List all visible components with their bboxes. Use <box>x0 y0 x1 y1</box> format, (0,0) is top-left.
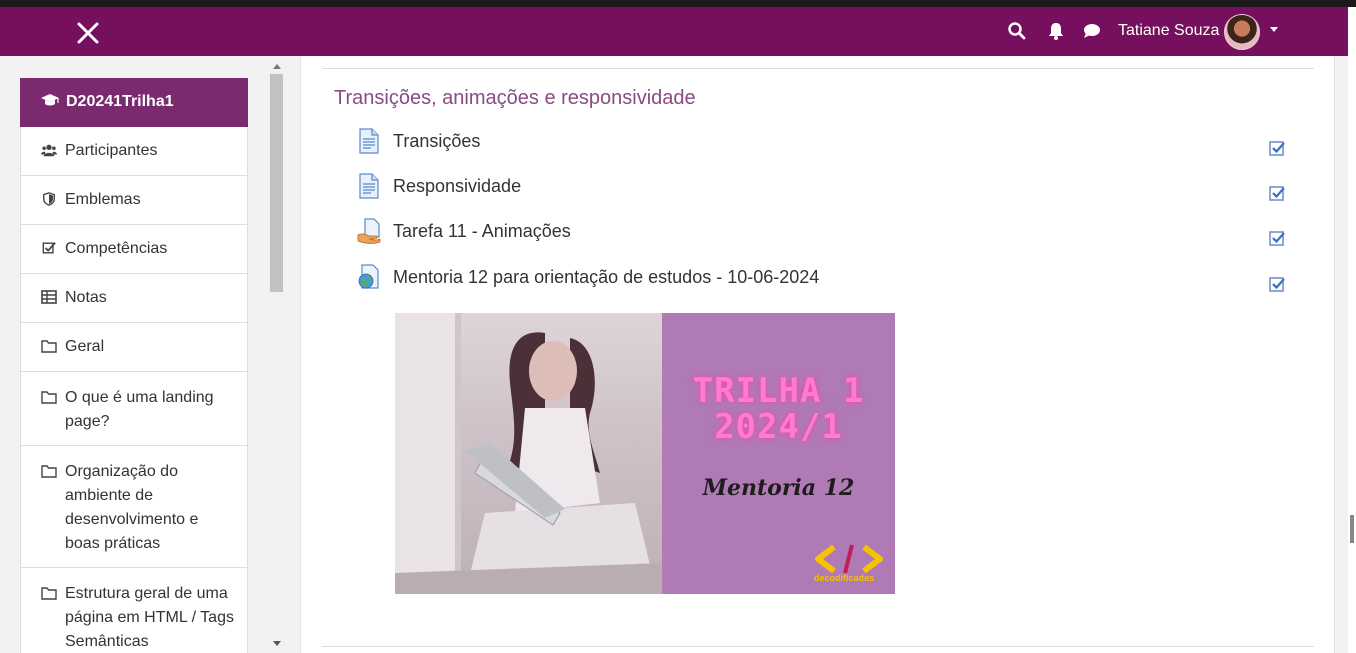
bell-icon[interactable] <box>1046 21 1066 41</box>
chevron-down-icon[interactable] <box>1270 27 1278 32</box>
section-title[interactable]: Transições, animações e responsividade <box>334 87 696 110</box>
sidebar-item-label: Estrutura geral de uma página em HTML / … <box>65 585 234 650</box>
folder-icon <box>41 465 57 478</box>
completion-check-icon[interactable] <box>1269 276 1286 293</box>
completion-check-icon[interactable] <box>1269 140 1286 157</box>
graduation-cap-icon <box>41 94 59 106</box>
sidebar-item-estrutura[interactable]: Estrutura geral de uma página em HTML / … <box>20 568 248 653</box>
activity-label[interactable]: Responsividade <box>393 176 521 197</box>
sidebar-item-participantes[interactable]: Participantes <box>20 127 248 176</box>
sidebar-item-competencias[interactable]: Competências <box>20 225 248 274</box>
sidebar-item-label: Notas <box>65 289 107 306</box>
sidebar-item-organizacao[interactable]: Organização do ambiente de desenvolvimen… <box>20 446 248 568</box>
course-sidebar: D20241Trilha1 Participantes Emblemas Com… <box>0 56 285 653</box>
course-content: Transições, animações e responsividade T… <box>300 56 1335 653</box>
assignment-icon <box>357 218 381 244</box>
folder-icon <box>41 340 57 353</box>
sidebar-item-label: Emblemas <box>65 191 141 208</box>
url-icon <box>358 264 379 289</box>
sidebar-item-notas[interactable]: Notas <box>20 274 248 323</box>
sidebar-course-title[interactable]: D20241Trilha1 <box>20 78 248 127</box>
top-navbar: Tatiane Souza <box>0 7 1348 56</box>
sidebar-item-emblemas[interactable]: Emblemas <box>20 176 248 225</box>
banner-panel: TRILHA 1 2024/1 Mentoria 12 decodificada… <box>662 313 895 594</box>
page-icon <box>359 128 379 154</box>
users-icon <box>41 144 57 157</box>
mentoria-banner-image: TRILHA 1 2024/1 Mentoria 12 decodificada… <box>395 313 895 594</box>
completion-check-icon[interactable] <box>1269 230 1286 247</box>
sidebar-item-label: Competências <box>65 240 168 257</box>
activity-item[interactable]: Transições <box>357 128 1297 158</box>
sidebar-item-label: Geral <box>65 338 105 355</box>
sidebar-item-label: Organização do ambiente de desenvolvimen… <box>65 463 199 552</box>
activity-item[interactable]: Mentoria 12 para orientação de estudos -… <box>357 264 1297 294</box>
chat-icon[interactable] <box>1082 21 1102 41</box>
close-icon[interactable] <box>76 21 100 45</box>
folder-icon <box>41 391 57 404</box>
woman-with-laptop-illustration <box>395 313 662 594</box>
activity-label[interactable]: Mentoria 12 para orientação de estudos -… <box>393 267 819 288</box>
user-name[interactable]: Tatiane Souza <box>1118 22 1219 40</box>
sidebar-item-landing-page[interactable]: O que é uma landing page? <box>20 372 248 446</box>
window-top-strip <box>0 0 1356 7</box>
page-icon <box>359 173 379 199</box>
banner-line-1: TRILHA 1 <box>692 371 865 411</box>
sidebar-course-label: D20241Trilha1 <box>66 93 174 110</box>
search-icon[interactable] <box>1007 21 1027 41</box>
folder-icon <box>41 587 57 600</box>
sidebar-item-geral[interactable]: Geral <box>20 323 248 372</box>
banner-line-2: 2024/1 <box>714 407 843 447</box>
sidebar-item-label: O que é uma landing page? <box>65 389 214 430</box>
activity-label[interactable]: Transições <box>393 131 480 152</box>
course-nav-list: D20241Trilha1 Participantes Emblemas Com… <box>20 78 248 653</box>
table-icon <box>41 290 57 304</box>
section-divider <box>322 68 1314 69</box>
shield-icon <box>43 192 55 206</box>
scroll-up-arrow-icon[interactable] <box>273 64 281 69</box>
page-scrollbar-thumb[interactable] <box>1350 515 1354 543</box>
activity-item[interactable]: Tarefa 11 - Animações <box>357 218 1297 248</box>
banner-photo <box>395 313 662 594</box>
checkbox-icon <box>42 242 56 254</box>
activity-label[interactable]: Tarefa 11 - Animações <box>393 221 571 242</box>
sidebar-item-label: Participantes <box>65 142 158 159</box>
scroll-down-arrow-icon[interactable] <box>273 641 281 646</box>
avatar[interactable] <box>1224 14 1260 50</box>
completion-check-icon[interactable] <box>1269 185 1286 202</box>
activity-item[interactable]: Responsividade <box>357 173 1297 203</box>
banner-subtitle: Mentoria 12 <box>702 475 855 501</box>
section-divider <box>322 646 1314 647</box>
sidebar-scrollbar-thumb[interactable] <box>270 74 283 292</box>
page-scrollbar[interactable] <box>1348 7 1356 653</box>
banner-logo-text: decodificadas <box>814 573 875 583</box>
